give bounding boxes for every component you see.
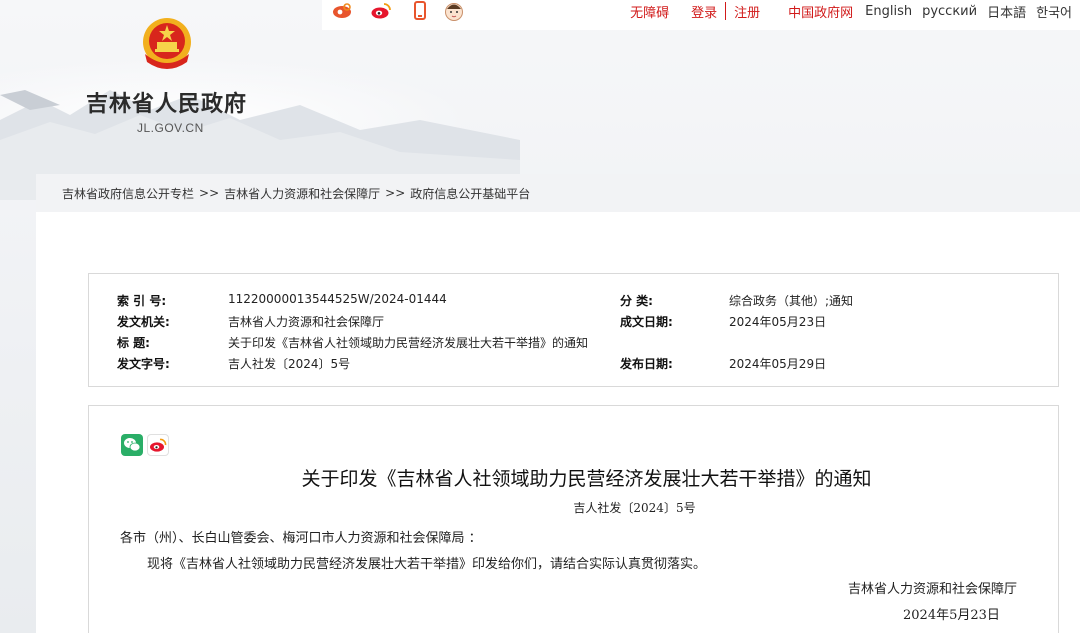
mobile-icon[interactable] bbox=[409, 0, 431, 22]
issuer-label: 发文机关: bbox=[117, 315, 170, 329]
title-label: 标 题: bbox=[117, 336, 150, 350]
login-link[interactable]: 登录 bbox=[691, 2, 717, 21]
wechat-icon[interactable] bbox=[121, 434, 143, 456]
breadcrumb-item-hrss-dept[interactable]: 吉林省人力资源和社会保障厅 bbox=[224, 185, 380, 202]
category-label: 分 类: bbox=[620, 294, 653, 308]
site-domain: JL.GOV.CN bbox=[137, 121, 204, 135]
breadcrumb: 吉林省政府信息公开专栏 >> 吉林省人力资源和社会保障厅 >> 政府信息公开基础… bbox=[36, 174, 1080, 212]
breadcrumb-item-info-column[interactable]: 吉林省政府信息公开专栏 bbox=[62, 185, 194, 202]
site-title[interactable]: 吉林省人民政府 bbox=[86, 86, 247, 118]
category-value: 综合政务（其他）;通知 bbox=[729, 294, 854, 308]
published-date-value: 2024年05月29日 bbox=[729, 357, 827, 371]
article-signature: 吉林省人力资源和社会保障厅 bbox=[848, 582, 1018, 597]
register-link[interactable]: 注册 bbox=[734, 2, 760, 21]
doc-number-value: 吉人社发〔2024〕5号 bbox=[228, 357, 351, 371]
link-divider bbox=[725, 2, 727, 20]
child-avatar-icon[interactable] bbox=[443, 0, 465, 22]
published-date-label: 发布日期: bbox=[620, 357, 673, 371]
article-date: 2024年5月23日 bbox=[903, 608, 1000, 623]
gov-cn-link[interactable]: 中国政府网 bbox=[788, 2, 853, 21]
index-value: 11220000013544525W/2024-01444 bbox=[228, 292, 447, 306]
created-date-label: 成文日期: bbox=[620, 315, 673, 329]
breadcrumb-separator: >> bbox=[199, 186, 220, 200]
share-buttons bbox=[121, 434, 169, 456]
article-salutation: 各市（州）、长白山管委会、梅河口市人力资源和社会保障局 ： bbox=[120, 531, 482, 546]
weibo-icon[interactable] bbox=[370, 0, 392, 22]
breadcrumb-separator: >> bbox=[385, 186, 406, 200]
issuer-value: 吉林省人力资源和社会保障厅 bbox=[228, 315, 385, 329]
top-links: 无障碍 登录 注册 中国政府网 English русский 日本語 한국어 bbox=[630, 0, 1072, 22]
korean-link[interactable]: 한국어 bbox=[1036, 2, 1072, 21]
russian-link[interactable]: русский bbox=[922, 4, 977, 19]
weibo-alt-icon[interactable] bbox=[331, 0, 353, 22]
breadcrumb-item-platform[interactable]: 政府信息公开基础平台 bbox=[410, 185, 530, 202]
article-doc-number: 吉人社发〔2024〕5号 bbox=[573, 501, 696, 515]
document-info-box: 索 引 号: 11220000013544525W/2024-01444 分 类… bbox=[88, 273, 1059, 387]
created-date-value: 2024年05月23日 bbox=[729, 315, 827, 329]
accessibility-link[interactable]: 无障碍 bbox=[630, 2, 669, 21]
weibo-icon[interactable] bbox=[147, 434, 169, 456]
japanese-link[interactable]: 日本語 bbox=[987, 2, 1026, 21]
title-value: 关于印发《吉林省人社领域助力民营经济发展壮大若干举措》的通知 bbox=[228, 336, 589, 350]
national-emblem-icon[interactable] bbox=[137, 14, 197, 74]
english-link[interactable]: English bbox=[865, 4, 912, 19]
article-box: 关于印发《吉林省人社领域助力民营经济发展壮大若干举措》的通知 吉人社发〔2024… bbox=[88, 405, 1059, 633]
article-title: 关于印发《吉林省人社领域助力民营经济发展壮大若干举措》的通知 bbox=[301, 468, 872, 490]
doc-number-label: 发文字号: bbox=[117, 357, 170, 371]
article-body: 现将《吉林省人社领域助力民营经济发展壮大若干举措》印发给你们，请结合实际认真贯彻… bbox=[147, 557, 707, 572]
index-label: 索 引 号: bbox=[117, 294, 167, 308]
